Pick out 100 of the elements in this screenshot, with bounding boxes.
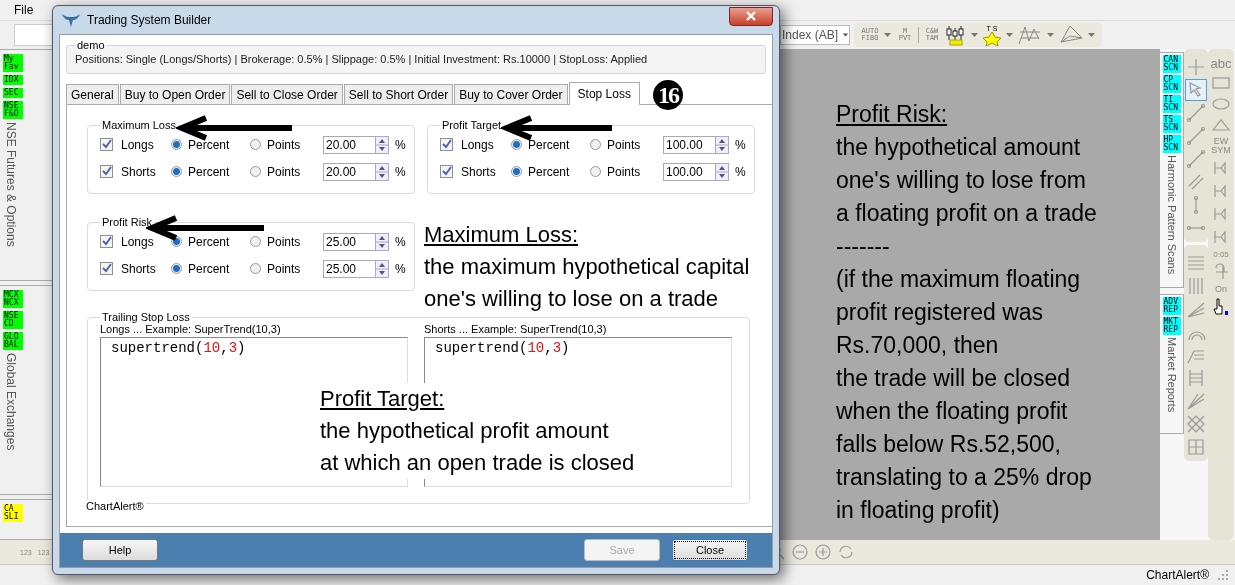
- radio-button[interactable]: [171, 166, 182, 177]
- tab[interactable]: Buy to Cover Order: [454, 84, 568, 104]
- panel-title[interactable]: Market Reports: [1166, 337, 1178, 413]
- unit-label: %: [395, 261, 406, 276]
- checkbox[interactable]: [100, 262, 113, 275]
- panel-tab-badge[interactable]: NSE CD: [3, 311, 23, 329]
- tab[interactable]: Buy to Open Order: [119, 84, 231, 104]
- fibonacci-tool-icon[interactable]: [1186, 437, 1206, 457]
- spinner-arrows-icon[interactable]: [375, 135, 389, 154]
- spinner-arrows-icon[interactable]: [715, 135, 729, 154]
- panel-tab-badge[interactable]: ADV REP: [1162, 297, 1181, 315]
- channel-icon[interactable]: [1186, 172, 1206, 192]
- number-field[interactable]: 100.00: [663, 135, 715, 154]
- dialog-button[interactable]: Close: [672, 539, 748, 561]
- fibonacci-tool-icon[interactable]: [1186, 391, 1206, 411]
- resize-grip-icon[interactable]: [1217, 569, 1229, 581]
- ellipse-icon[interactable]: [1211, 95, 1231, 113]
- panel-tab-badge[interactable]: MKT REP: [1162, 317, 1181, 335]
- rectangle-icon[interactable]: [1211, 74, 1231, 92]
- step-number-badge: 16: [652, 80, 683, 110]
- panel-title[interactable]: Harmonic Pattern Scans: [1166, 155, 1178, 275]
- dialog-button[interactable]: Help: [82, 539, 158, 561]
- triangle-pattern-icon[interactable]: [1058, 24, 1084, 46]
- status-text: ChartAlert®: [1146, 568, 1209, 582]
- tab[interactable]: Stop Loss: [568, 82, 640, 105]
- code-line[interactable]: supertrend(10,3): [111, 340, 246, 356]
- radio-button[interactable]: [590, 139, 601, 150]
- checkbox[interactable]: [100, 235, 113, 248]
- radio-button[interactable]: [171, 236, 182, 247]
- pattern-lines-icon[interactable]: [1017, 24, 1043, 46]
- radio-button[interactable]: [250, 263, 261, 274]
- fibonacci-tool-icon[interactable]: [1186, 253, 1206, 273]
- spinner-arrows-icon[interactable]: [375, 162, 389, 181]
- caret-icon[interactable]: [1005, 32, 1014, 38]
- radio-button[interactable]: [171, 263, 182, 274]
- radio-button[interactable]: [171, 139, 182, 150]
- panel-tab-badge[interactable]: TI SCN: [1162, 95, 1181, 113]
- cursor-icon[interactable]: [1211, 297, 1231, 317]
- crosshair-icon[interactable]: [1186, 57, 1206, 77]
- footer-label: ChartAlert®: [84, 500, 146, 512]
- spinner-arrows-icon[interactable]: [375, 259, 389, 278]
- spinner-arrows-icon[interactable]: [715, 162, 729, 181]
- checkbox[interactable]: [100, 165, 113, 178]
- trendline-icon[interactable]: [1186, 103, 1206, 123]
- checkbox-label: Shorts: [461, 164, 497, 179]
- panel-tab-badge[interactable]: SEC: [3, 88, 23, 98]
- checkbox[interactable]: [100, 138, 113, 151]
- number-field[interactable]: 25.00: [323, 232, 375, 251]
- close-button[interactable]: [729, 6, 773, 26]
- panel-title[interactable]: NSE Futures & Options: [4, 122, 18, 247]
- tab[interactable]: General: [66, 84, 119, 104]
- panel-tab-badge[interactable]: MCX NCX: [3, 290, 23, 308]
- fibonacci-tool-icon[interactable]: [1186, 414, 1206, 434]
- radio-button[interactable]: [511, 166, 522, 177]
- toolbar-field[interactable]: [14, 24, 54, 46]
- group-title: Trailing Stop Loss: [101, 311, 191, 323]
- number-field[interactable]: 20.00: [323, 162, 375, 181]
- panel-tab-badge[interactable]: HP SCN: [1162, 135, 1181, 153]
- radio-label: Points: [607, 137, 642, 152]
- pointer-icon[interactable]: [1186, 80, 1206, 100]
- radio-button[interactable]: [590, 166, 601, 177]
- panel-tab-badge[interactable]: CA SLI: [3, 504, 23, 522]
- zoom-in-icon[interactable]: [813, 542, 834, 562]
- caret-icon[interactable]: [970, 32, 979, 38]
- star-icon[interactable]: [982, 31, 1002, 46]
- radio-button[interactable]: [250, 139, 261, 150]
- caret-icon[interactable]: [1046, 32, 1055, 38]
- candlestick-icon[interactable]: [945, 24, 967, 46]
- spinner-arrows-icon[interactable]: [375, 232, 389, 251]
- radio-button[interactable]: [250, 236, 261, 247]
- number-field[interactable]: 20.00: [323, 135, 375, 154]
- radio-button[interactable]: [250, 166, 261, 177]
- unit-label: %: [735, 137, 746, 152]
- radio-label: Points: [267, 137, 302, 152]
- menu-item[interactable]: File: [14, 3, 34, 17]
- symbol-dropdown[interactable]: Index (AB]: [780, 25, 850, 45]
- fibonacci-tool-icon[interactable]: [1186, 276, 1206, 296]
- radio-button[interactable]: [511, 139, 522, 150]
- zoom-out-icon[interactable]: [790, 542, 811, 562]
- caret-icon[interactable]: [883, 32, 892, 38]
- panel-tab-badge[interactable]: TS SCN: [1162, 115, 1181, 133]
- checkbox-label: Longs: [121, 234, 155, 249]
- panel-tab-badge[interactable]: NSE F&O: [3, 101, 23, 119]
- panel-tab-badge[interactable]: My Fav: [3, 54, 23, 72]
- trendline-icon[interactable]: [1186, 126, 1206, 146]
- panel-title[interactable]: Global Exchanges: [4, 353, 18, 451]
- number-field[interactable]: 25.00: [323, 259, 375, 278]
- checkbox[interactable]: [440, 138, 453, 151]
- panel-tab-badge[interactable]: GLO BAL: [3, 332, 23, 350]
- checkbox[interactable]: [440, 165, 453, 178]
- caret-icon[interactable]: [1087, 32, 1096, 38]
- trendline-icon[interactable]: [1186, 149, 1206, 169]
- fibonacci-tool-icon[interactable]: [1186, 368, 1206, 388]
- code-line[interactable]: supertrend(10,3): [435, 340, 570, 356]
- panel-tab-badge[interactable]: CP SCN: [1162, 75, 1181, 93]
- panel-tab-badge[interactable]: CAN SCN: [1162, 55, 1181, 73]
- number-field[interactable]: 100.00: [663, 162, 715, 181]
- tab[interactable]: Sell to Close Order: [231, 84, 343, 104]
- panel-tab-badge[interactable]: IDX: [3, 75, 23, 85]
- tab[interactable]: Sell to Short Order: [343, 84, 454, 104]
